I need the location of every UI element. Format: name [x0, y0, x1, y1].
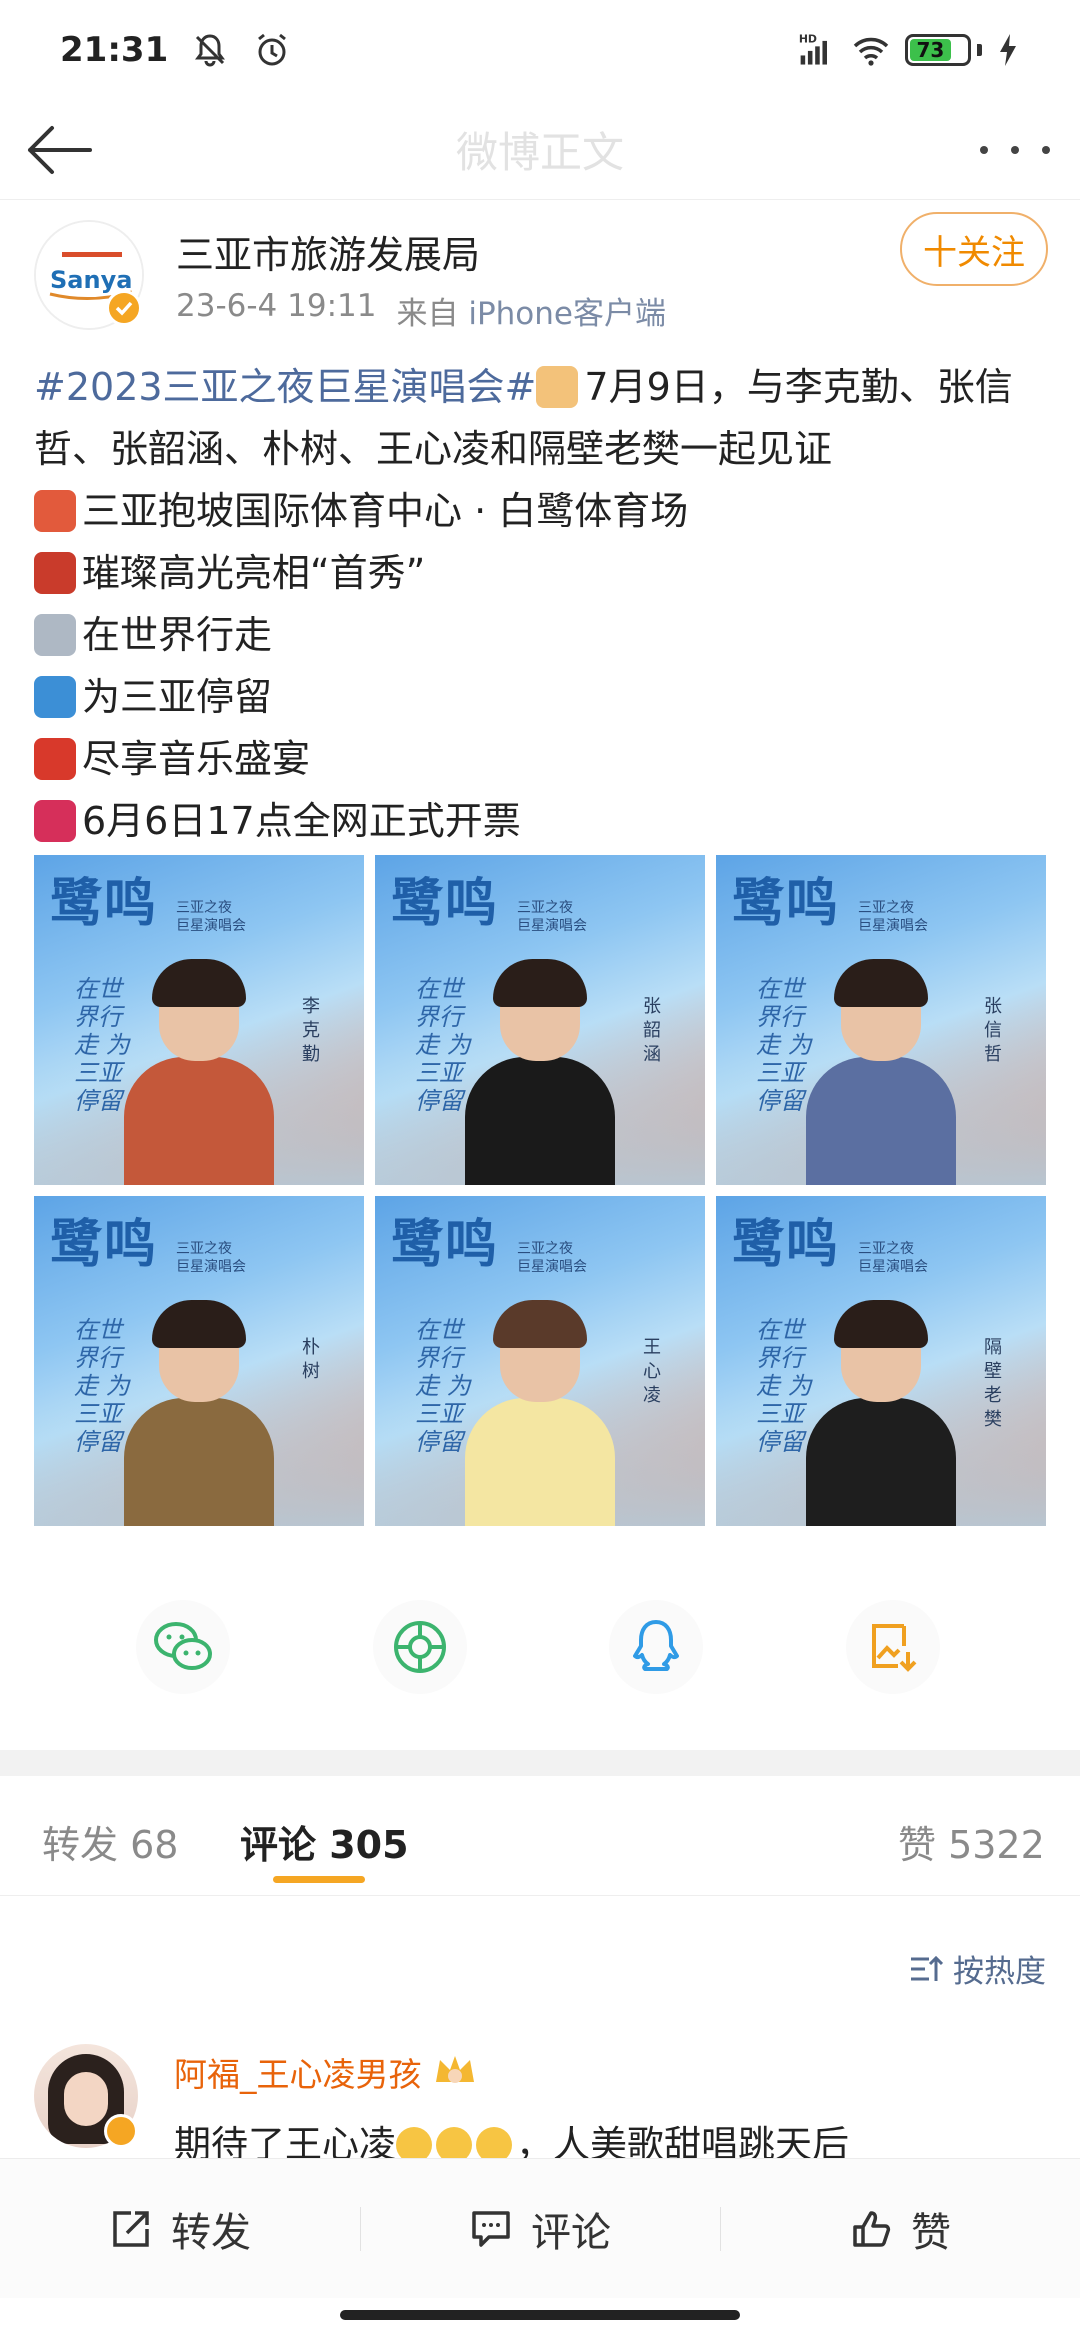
post-image-2[interactable]: 鹭鸣 三亚之夜 巨星演唱会 在世界行走 为三亚停留 张韶涵 — [375, 855, 705, 1185]
share-row — [0, 1600, 1080, 1700]
sort-toggle[interactable]: 按热度 — [909, 1946, 1046, 1991]
follow-button[interactable]: 十关注 — [900, 212, 1048, 286]
share-moments-button[interactable] — [373, 1600, 467, 1694]
tab-repost[interactable]: 转发 68 — [42, 1814, 178, 1869]
dancer-emoji-icon — [34, 738, 76, 780]
post-image-6[interactable]: 鹭鸣 三亚之夜 巨星演唱会 在世界行走 为三亚停留 隔壁老樊 — [716, 1196, 1046, 1526]
share-qq-button[interactable] — [609, 1600, 703, 1694]
post-image-5[interactable]: 鹭鸣 三亚之夜 巨星演唱会 在世界行走 为三亚停留 王心凌 — [375, 1196, 705, 1526]
bell-muted-icon — [195, 34, 226, 67]
post-date: 23-6-4 19:11 — [176, 288, 377, 324]
wechat-icon — [154, 1622, 212, 1670]
tab-like[interactable]: 赞 5322 — [898, 1814, 1045, 1869]
comment-label: 评论 — [531, 2209, 611, 2256]
post-line-1: 7月9日，与李克勤、张信 — [584, 365, 1013, 409]
post-meta: 23-6-4 19:11 来自 iPhone客户端 — [176, 288, 666, 333]
thumbs-up-icon — [853, 2210, 891, 2247]
image-grid: 鹭鸣 三亚之夜 巨星演唱会 在世界行走 为三亚停留 李克勤 鹭鸣 三亚之夜 巨星… — [34, 855, 1046, 1526]
ticket-emoji-icon — [34, 800, 76, 842]
post-line-7: 尽享音乐盛宴 — [82, 737, 311, 781]
save-image-icon — [872, 1624, 917, 1672]
alarm-icon — [258, 33, 287, 66]
repost-icon — [113, 2210, 149, 2247]
singer-emoji-icon — [536, 366, 579, 408]
author-name[interactable]: 三亚市旅游发展局 — [176, 224, 480, 279]
network-label: HD — [799, 33, 817, 46]
sort-icon — [911, 1955, 943, 1981]
comment-icon — [472, 2210, 510, 2247]
post-line-6: 为三亚停留 — [82, 675, 273, 719]
home-indicator[interactable] — [340, 2310, 740, 2320]
commenter-name[interactable]: 阿福_王心凌男孩 — [174, 2048, 422, 2096]
tab-comment[interactable]: 评论 305 — [240, 1814, 409, 1869]
repost-label: 转发 — [171, 2209, 251, 2256]
source-prefix: 来自 — [396, 296, 459, 332]
interaction-tabs: 转发 68 评论 305 赞 5322 — [0, 1776, 1080, 1896]
nav-bar: 微博正文 — [0, 100, 1080, 200]
comment-button[interactable]: 评论 — [360, 2159, 720, 2298]
moments-icon — [394, 1621, 446, 1673]
source-client[interactable]: iPhone客户端 — [468, 296, 666, 332]
status-bar: 21:31 HD 73 — [0, 0, 1080, 100]
post-image-1[interactable]: 鹭鸣 三亚之夜 巨星演唱会 在世界行走 为三亚停留 李克勤 — [34, 855, 364, 1185]
sparkle-emoji-icon — [34, 552, 76, 594]
bottom-action-bar: 转发 评论 赞 — [0, 2158, 1080, 2298]
section-divider — [0, 1750, 1080, 1776]
back-arrow-icon[interactable] — [24, 118, 94, 182]
fan-crown-icon — [435, 2056, 474, 2083]
like-label: 赞 — [911, 2209, 951, 2256]
post-image-3[interactable]: 鹭鸣 三亚之夜 巨星演唱会 在世界行走 为三亚停留 张信哲 — [716, 855, 1046, 1185]
post-line-2: 哲、张韶涵、朴树、王心凌和隔壁老樊一起见证 — [34, 427, 833, 471]
active-tab-indicator — [273, 1876, 365, 1883]
signal-icon: HD — [799, 33, 827, 65]
post-line-5: 在世界行走 — [82, 613, 273, 657]
battery-indicator: 73 — [905, 34, 982, 66]
wave-emoji-icon — [34, 676, 76, 718]
more-options-icon[interactable] — [980, 130, 1050, 170]
page-title: 微博正文 — [455, 128, 624, 177]
post-line-3: 三亚抱坡国际体育中心 · 白鹭体育场 — [82, 489, 689, 533]
verified-badge-icon — [106, 290, 142, 326]
share-wechat-button[interactable] — [136, 1600, 230, 1694]
like-button[interactable]: 赞 — [720, 2159, 1080, 2298]
post-line-8: 6月6日17点全网正式开票 — [82, 799, 521, 843]
battery-level: 73 — [910, 38, 951, 62]
post-line-4: 璀璨高光亮相“首秀” — [82, 551, 426, 595]
post-image-4[interactable]: 鹭鸣 三亚之夜 巨星演唱会 在世界行走 为三亚停留 朴树 — [34, 1196, 364, 1526]
car-emoji-icon — [34, 614, 76, 656]
sort-label: 按热度 — [953, 1954, 1046, 1990]
charging-icon — [1000, 34, 1016, 66]
qq-icon — [633, 1620, 679, 1671]
verified-badge-icon — [104, 2114, 138, 2148]
topic-link[interactable]: #2023三亚之夜巨星演唱会# — [34, 365, 536, 409]
post-header: Sanya 三亚市旅游发展局 23-6-4 19:11 来自 iPhone客户端… — [0, 210, 1080, 340]
comment-item: 阿福_王心凌男孩 期待了王心凌 ，人美歌甜唱跳天后 — [0, 2040, 1080, 2170]
repost-button[interactable]: 转发 — [0, 2159, 360, 2298]
status-time: 21:31 — [60, 30, 169, 70]
stadium-emoji-icon — [34, 490, 76, 532]
post-text: #2023三亚之夜巨星演唱会# 7月9日，与李克勤、张信 哲、张韶涵、朴树、王心凌… — [34, 356, 1054, 852]
save-image-button[interactable] — [846, 1600, 940, 1694]
wifi-icon — [853, 37, 889, 66]
